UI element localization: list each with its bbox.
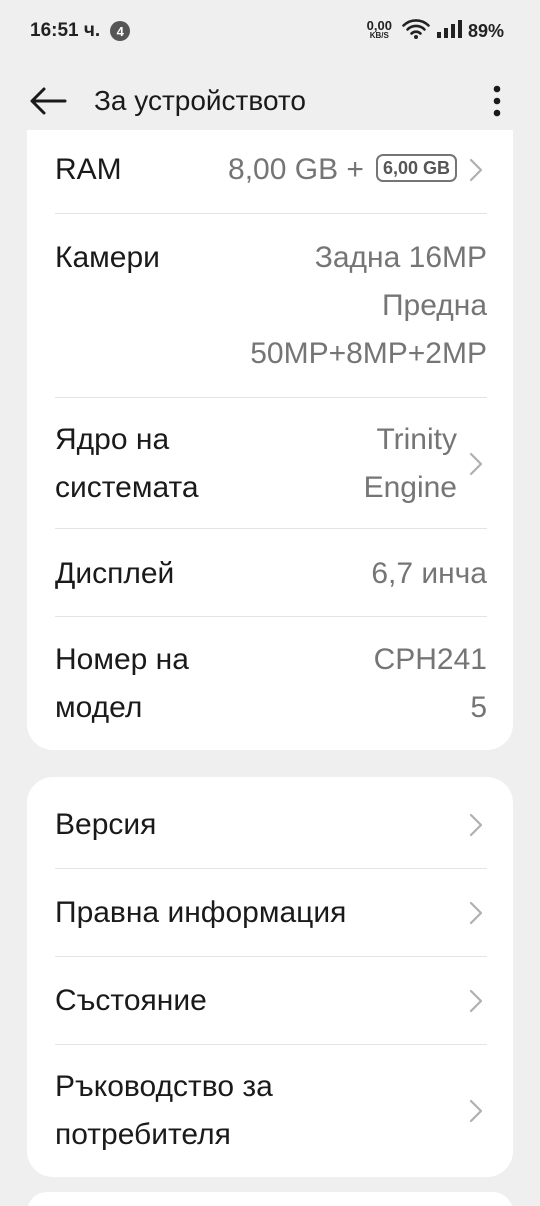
divider: [55, 868, 487, 869]
wifi-icon: [402, 18, 430, 45]
front-camera-value: 50MP+8MP+2MP: [250, 337, 487, 370]
arrow-left-icon: [30, 87, 67, 115]
cameras-row: Камери Задна 16MP Предна 50MP+8MP+2MP: [55, 234, 487, 378]
ram-label: RAM: [55, 153, 122, 186]
more-options-button[interactable]: [482, 81, 512, 121]
model-value-line2: 5: [470, 691, 487, 724]
cameras-label: Камери: [55, 241, 160, 274]
divider: [55, 616, 487, 617]
chevron-right-icon: [465, 898, 487, 928]
battery-percent: 89%: [467, 20, 504, 41]
kernel-value-line1: Trinity: [376, 423, 457, 456]
notification-count-badge: 4: [110, 21, 131, 41]
kernel-label-line1: Ядро на: [55, 423, 170, 456]
rear-camera-value: Задна 16MP: [314, 241, 487, 274]
user-manual-label: Ръководство за потребителя: [55, 1063, 273, 1159]
more-vertical-icon: [493, 85, 501, 117]
chevron-right-icon: [465, 449, 487, 479]
divider: [55, 1044, 487, 1045]
model-label-line1: Номер на: [55, 643, 189, 676]
model-value-line1: CPH241: [373, 643, 487, 676]
status-bar: 16:51 ч. 4 0,00 KB/S 89%: [0, 0, 540, 62]
network-speed-unit: KB/S: [369, 31, 389, 40]
ram-value: 8,00 GB +: [228, 153, 364, 186]
kernel-label-line2: системата: [55, 471, 199, 504]
display-label: Дисплей: [55, 557, 175, 590]
status-time: 16:51 ч.: [30, 20, 101, 41]
display-value: 6,7 инча: [371, 557, 487, 590]
chevron-right-icon: [465, 986, 487, 1016]
menu-item-version[interactable]: Версия: [55, 801, 487, 849]
back-button[interactable]: [28, 81, 68, 121]
page-title: За устройството: [94, 85, 306, 116]
menu-item-user-manual[interactable]: Ръководство за потребителя: [55, 1063, 487, 1159]
network-speed: 0,00 KB/S: [366, 18, 392, 41]
chevron-right-icon: [465, 155, 487, 185]
divider: [55, 213, 487, 214]
status-left: 16:51 ч. 4: [30, 20, 131, 42]
network-speed-value: 0,00: [366, 18, 392, 33]
user-manual-label-line1: Ръководство за: [55, 1070, 273, 1103]
info-menu-card: Версия Правна информация Състояние Ръков…: [27, 777, 513, 1177]
legal-label: Правна информация: [55, 896, 347, 929]
kernel-value: Trinity Engine: [364, 416, 457, 512]
ram-extension-badge: 6,00 GB: [375, 154, 457, 182]
model-label-line2: модел: [55, 691, 143, 724]
divider: [55, 397, 487, 398]
divider: [55, 956, 487, 957]
status-right: 0,00 KB/S 89%: [367, 18, 504, 45]
kernel-row[interactable]: Ядро на системата Trinity Engine: [55, 416, 487, 512]
front-camera-label: Предна: [381, 289, 487, 322]
cameras-value: Задна 16MP Предна 50MP+8MP+2MP: [250, 234, 487, 378]
signal-icon: [436, 19, 462, 44]
device-specs-card: RAM 8,00 GB + 6,00 GB Камери Задна 16MP …: [27, 130, 513, 750]
app-header: За устройството: [0, 62, 540, 140]
chevron-right-icon: [465, 810, 487, 840]
menu-item-legal[interactable]: Правна информация: [55, 889, 487, 937]
version-label: Версия: [55, 808, 157, 841]
status-label: Състояние: [55, 984, 207, 1017]
next-card-partial: [27, 1192, 513, 1206]
model-row: Номер на модел CPH241 5: [55, 636, 487, 732]
kernel-value-line2: Engine: [363, 471, 457, 504]
model-label: Номер на модел: [55, 636, 189, 732]
chevron-right-icon: [465, 1096, 487, 1126]
kernel-label: Ядро на системата: [55, 416, 199, 512]
divider: [55, 528, 487, 529]
ram-row[interactable]: RAM 8,00 GB + 6,00 GB: [55, 146, 487, 194]
display-row: Дисплей 6,7 инча: [55, 550, 487, 598]
model-value: CPH241 5: [374, 636, 487, 732]
menu-item-status[interactable]: Състояние: [55, 977, 487, 1025]
user-manual-label-line2: потребителя: [55, 1118, 231, 1151]
